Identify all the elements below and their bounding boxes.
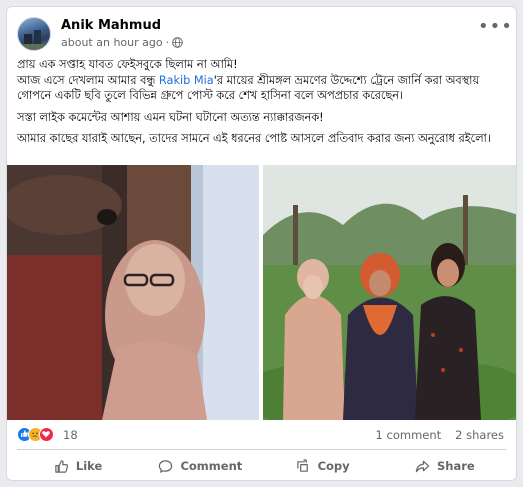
reactions-row: 18 1 comment 2 shares (17, 425, 506, 445)
post-text: প্রায় এক সপ্তাহ যাবত ফেইসবুকে ছিলাম না … (17, 57, 506, 153)
post-photos (7, 165, 516, 420)
share-icon (415, 460, 430, 472)
thumbs-up-icon (55, 459, 68, 473)
globe-icon (172, 37, 183, 48)
reaction-count[interactable]: 18 (63, 428, 78, 442)
copy-button[interactable]: Copy (262, 453, 384, 479)
meta-separator: · (165, 36, 170, 49)
author-avatar[interactable] (17, 17, 51, 51)
like-label: Like (75, 459, 103, 473)
photo-train-woman[interactable] (7, 165, 259, 420)
text-line: প্রায় এক সপ্তাহ যাবত ফেইসবুকে ছিলাম না … (17, 58, 238, 71)
post-meta: about an hour ago · (61, 36, 183, 49)
share-label: Share (437, 459, 475, 473)
post-time[interactable]: about an hour ago (61, 36, 163, 49)
engagement-counts: 1 comment 2 shares (376, 428, 504, 442)
love-reaction-icon (39, 427, 54, 442)
author-name[interactable]: Anik Mahmud (61, 18, 161, 33)
paragraph-2: সস্তা লাইক কমেন্টের আশায় এমন ঘটনা ঘটানো… (17, 110, 324, 124)
copy-label: Copy (317, 459, 350, 473)
comment-count[interactable]: 1 comment (376, 428, 442, 442)
post-card: Anik Mahmud about an hour ago · ••• প্রা… (6, 6, 517, 481)
comment-label: Comment (180, 459, 243, 473)
comment-button[interactable]: Comment (139, 453, 261, 479)
divider (17, 449, 506, 450)
paragraph-3: আমার কাছের যারাই আছেন, তাদের সামনে এই ধর… (17, 132, 491, 145)
post-actions: Like Comment Copy Share (17, 453, 506, 479)
post-header: Anik Mahmud about an hour ago · ••• (17, 17, 512, 53)
share-button[interactable]: Share (384, 453, 506, 479)
paragraph-1: প্রায় এক সপ্তাহ যাবত ফেইসবুকে ছিলাম না … (17, 57, 506, 104)
like-button[interactable]: Like (17, 453, 139, 479)
mention-link[interactable]: Rakib Mia (159, 74, 214, 87)
copy-icon (296, 458, 308, 472)
text-line: আজ এসে দেখলাম আমার বন্ধু (17, 73, 159, 87)
more-dots-icon[interactable]: ••• (478, 18, 512, 39)
reaction-icons[interactable] (17, 427, 54, 442)
comment-icon (159, 459, 173, 473)
share-count[interactable]: 2 shares (455, 428, 504, 442)
photo-tea-garden[interactable] (263, 165, 516, 420)
